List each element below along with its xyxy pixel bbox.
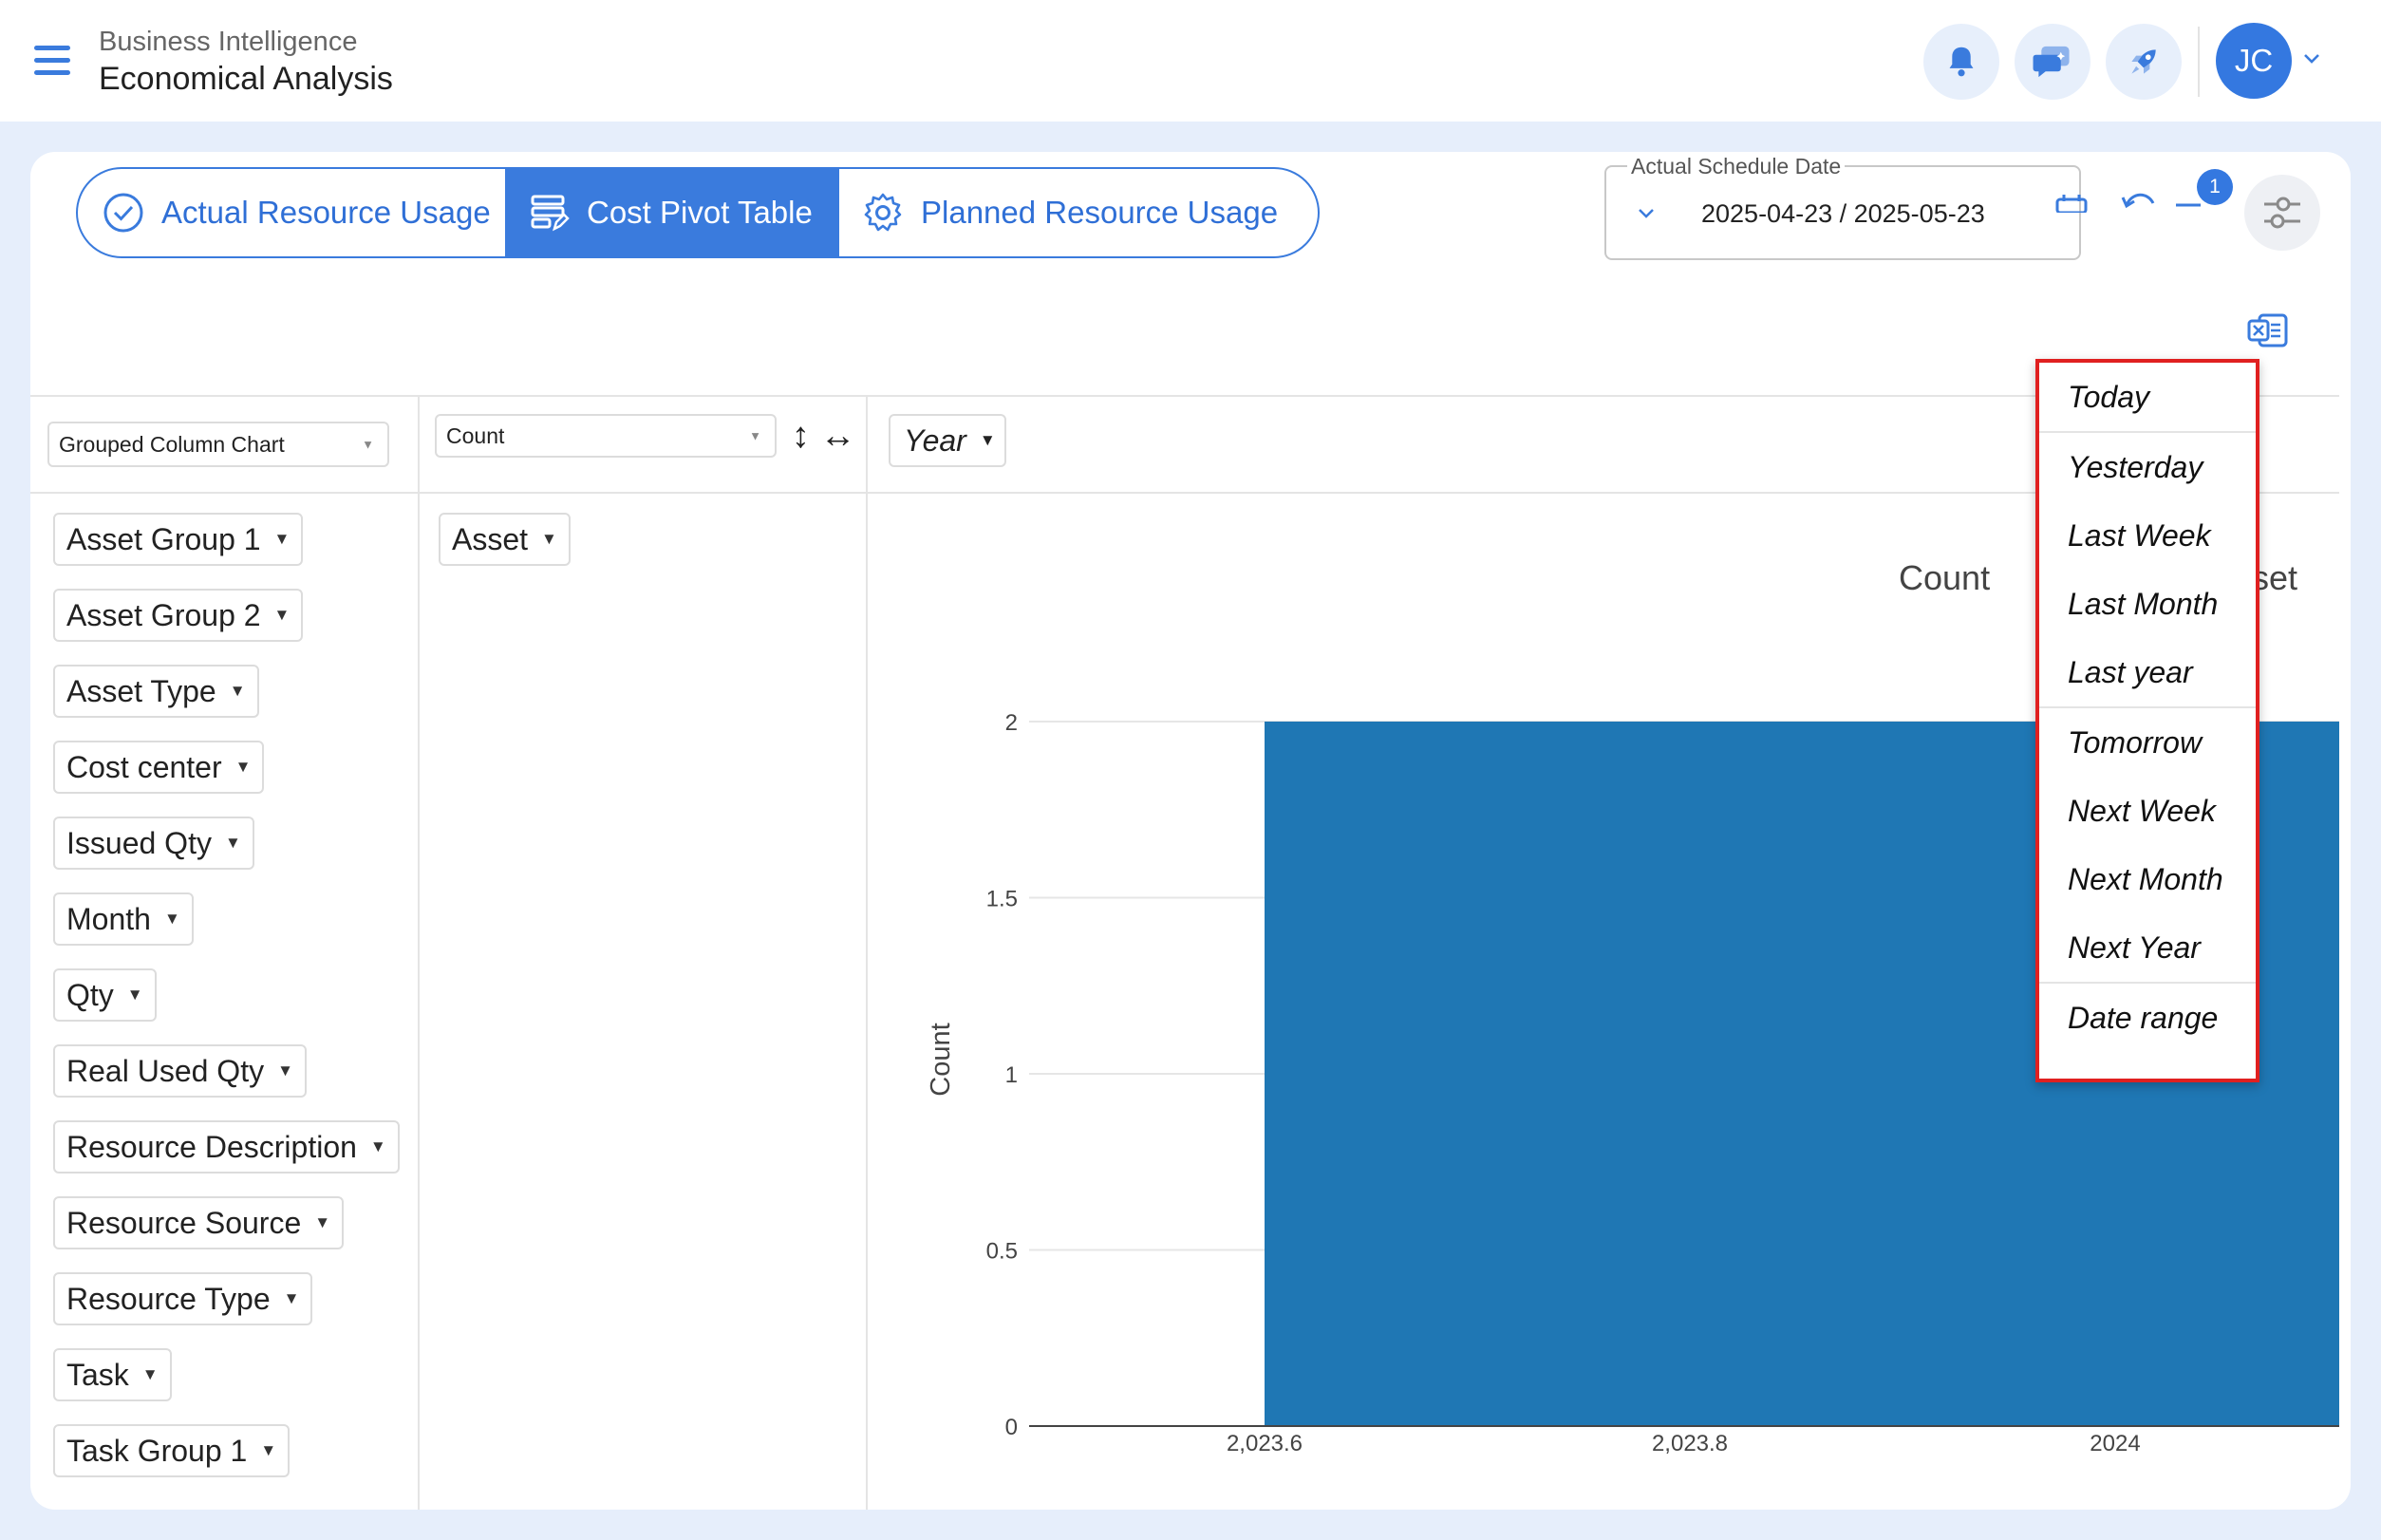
y-tick-label: 0 xyxy=(1005,1415,1018,1440)
x-tick-label: 2,023.8 xyxy=(1652,1431,1728,1456)
date-preset-item[interactable]: Last Month xyxy=(2039,570,2256,638)
page-title: Economical Analysis xyxy=(99,61,393,97)
bell-icon xyxy=(1949,47,1974,77)
date-preset-item[interactable]: Next Year xyxy=(2039,913,2256,982)
chat-button[interactable] xyxy=(2015,24,2090,100)
y-tick-label: 0.5 xyxy=(986,1239,1018,1265)
chat-icon xyxy=(2033,46,2070,78)
y-axis-label: Count xyxy=(926,1023,956,1096)
date-preset-item[interactable]: Next Month xyxy=(2039,845,2256,913)
y-tick-label: 2 xyxy=(1005,710,1018,736)
rocket-icon xyxy=(2131,49,2156,74)
x-tick-label: 2,023.6 xyxy=(1227,1431,1303,1456)
y-tick-label: 1 xyxy=(1005,1062,1018,1088)
chart-title: Count xyxy=(1899,558,1990,597)
chevron-down-icon[interactable] xyxy=(2301,47,2322,68)
date-preset-item[interactable]: Today xyxy=(2039,363,2256,431)
main-card: Actual Resource Usage Cost Pivot Table P… xyxy=(30,152,2351,1510)
date-preset-item[interactable]: Yesterday xyxy=(2039,433,2256,501)
top-header: Business Intelligence Economical Analysi… xyxy=(0,0,2381,122)
date-preset-item[interactable]: Next Week xyxy=(2039,777,2256,845)
header-divider xyxy=(2198,27,2200,97)
date-preset-item[interactable]: Date range xyxy=(2039,984,2256,1052)
notifications-button[interactable] xyxy=(1923,24,1999,100)
menu-icon[interactable] xyxy=(34,46,70,76)
launch-button[interactable] xyxy=(2106,24,2182,100)
date-preset-item[interactable]: Tomorrow xyxy=(2039,708,2256,777)
y-tick-label: 1.5 xyxy=(986,887,1018,912)
date-preset-menu: Today Yesterday Last Week Last Month Last ye… xyxy=(2035,359,2259,1082)
date-preset-item[interactable]: Last Week xyxy=(2039,501,2256,570)
grouped-column-chart: 00.511.522,023.6 2,023.8 2024CountCount set xyxy=(926,558,2339,1456)
user-avatar[interactable]: JC xyxy=(2216,23,2292,99)
x-tick-label: 2024 xyxy=(2090,1431,2140,1456)
date-preset-item[interactable]: Last year xyxy=(2039,638,2256,706)
app-subtitle: Business Intelligence xyxy=(99,27,358,57)
